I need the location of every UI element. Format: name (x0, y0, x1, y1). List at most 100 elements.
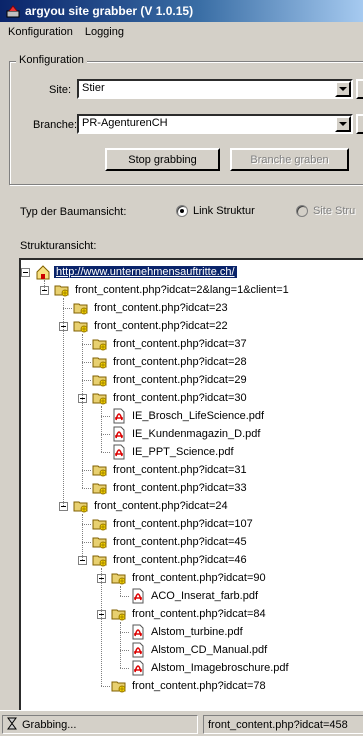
pdf-icon (111, 408, 127, 424)
tree-item-folder[interactable]: front_content.php?idcat=78 (111, 678, 268, 694)
web-folder-icon (73, 300, 89, 316)
status-url: front_content.php?idcat=458 (208, 718, 348, 731)
tree-item-label: front_content.php?idcat=33 (113, 482, 247, 494)
tree-connector (63, 298, 64, 506)
web-folder-icon (73, 498, 89, 514)
tree-item-folder[interactable]: front_content.php?idcat=45 (92, 534, 249, 550)
radio-link-struktur[interactable]: Link Struktur (176, 205, 255, 217)
structure-label: Strukturansicht: (20, 240, 97, 252)
tree-item-label: http://www.unternehmensauftritte.ch/ (53, 265, 238, 279)
tree-item-folder[interactable]: front_content.php?idcat=23 (73, 300, 230, 316)
tree-connector (82, 542, 91, 543)
tree-connector (101, 434, 110, 435)
web-folder-icon (111, 570, 127, 586)
web-folder-icon (54, 282, 70, 298)
tree-item-folder[interactable]: front_content.php?idcat=24 (73, 498, 230, 514)
tree-item-folder[interactable]: front_content.php?idcat=46 (92, 552, 249, 568)
site-side-button[interactable] (356, 79, 363, 99)
site-value: Stier (82, 82, 105, 94)
tree-item-folder[interactable]: front_content.php?idcat=90 (111, 570, 268, 586)
tree-item-folder[interactable]: front_content.php?idcat=37 (92, 336, 249, 352)
tree-connector (82, 380, 91, 381)
tree-connector (82, 344, 91, 345)
status-bar: Grabbing... front_content.php?idcat=458 (0, 710, 363, 736)
tree-item-folder[interactable]: front_content.php?idcat=107 (92, 516, 255, 532)
tree-item-label: front_content.php?idcat=90 (132, 572, 266, 584)
hourglass-icon (7, 717, 17, 733)
tree-item-pdf[interactable]: Alstom_turbine.pdf (130, 624, 245, 640)
tree-item-root[interactable]: http://www.unternehmensauftritte.ch/ (35, 264, 238, 280)
menu-logging[interactable]: Logging (79, 24, 130, 40)
tree-connector (120, 586, 121, 596)
tree-item-label: front_content.php?idcat=107 (113, 518, 253, 530)
tree-item-label: front_content.php?idcat=78 (132, 680, 266, 692)
tree-item-label: Alstom_CD_Manual.pdf (151, 644, 268, 656)
tree-item-label: front_content.php?idcat=30 (113, 392, 247, 404)
tree-connector (82, 524, 91, 525)
tree-item-folder[interactable]: front_content.php?idcat=30 (92, 390, 249, 406)
site-dropdown-icon[interactable] (335, 81, 351, 97)
tree-item-label: front_content.php?idcat=28 (113, 356, 247, 368)
tree-connector (101, 406, 102, 452)
tree-connector (82, 362, 91, 363)
tree-item-folder[interactable]: front_content.php?idcat=33 (92, 480, 249, 496)
web-folder-icon (92, 480, 108, 496)
branche-dropdown-icon[interactable] (335, 116, 351, 132)
branche-graben-button[interactable]: Branche graben (230, 148, 349, 171)
tree-item-folder[interactable]: front_content.php?idcat=84 (111, 606, 268, 622)
config-legend: Konfiguration (16, 54, 87, 66)
web-folder-icon (111, 606, 127, 622)
status-panel-right: front_content.php?idcat=458 (203, 715, 363, 734)
web-folder-icon (92, 462, 108, 478)
status-panel-left: Grabbing... (2, 715, 198, 734)
tree-item-pdf[interactable]: IE_Brosch_LifeScience.pdf (111, 408, 266, 424)
site-combobox[interactable]: Stier (77, 79, 353, 99)
app-icon (6, 4, 20, 18)
tree-item-pdf[interactable]: IE_Kundenmagazin_D.pdf (111, 426, 262, 442)
structure-tree[interactable]: http://www.unternehmensauftritte.ch/fron… (19, 258, 363, 710)
tree-item-pdf[interactable]: Alstom_CD_Manual.pdf (130, 642, 269, 658)
pdf-icon (130, 642, 146, 658)
tree-item-pdf[interactable]: ACO_Inserat_farb.pdf (130, 588, 260, 604)
tree-item-pdf[interactable]: Alstom_Imagebroschure.pdf (130, 660, 291, 676)
radio-unchecked-icon (296, 205, 308, 217)
tree-item-label: IE_PPT_Science.pdf (132, 446, 234, 458)
tree-connector (120, 632, 129, 633)
tree-item-folder[interactable]: front_content.php?idcat=31 (92, 462, 249, 478)
stop-grabbing-button[interactable]: Stop grabbing (105, 148, 220, 171)
tree-collapse-icon[interactable] (21, 268, 30, 277)
status-text: Grabbing... (22, 718, 77, 731)
radio-site-struktur[interactable]: Site Stru (296, 205, 355, 217)
tree-connector (101, 416, 110, 417)
tree-connector (120, 650, 129, 651)
pdf-icon (111, 426, 127, 442)
title-bar: argyou site grabber (V 1.0.15) (0, 0, 363, 22)
radio-link-label: Link Struktur (193, 205, 255, 217)
tree-connector (101, 568, 102, 686)
tree-item-label: Alstom_Imagebroschure.pdf (151, 662, 289, 674)
tree-item-folder[interactable]: front_content.php?idcat=22 (73, 318, 230, 334)
tree-connector (82, 514, 83, 560)
tree-connector (120, 668, 129, 669)
branche-combobox[interactable]: PR-AgenturenCH (77, 114, 353, 134)
window-title: argyou site grabber (V 1.0.15) (25, 4, 194, 18)
tree-item-folder[interactable]: front_content.php?idcat=28 (92, 354, 249, 370)
tree-item-folder[interactable]: front_content.php?idcat=29 (92, 372, 249, 388)
tree-item-label: front_content.php?idcat=2&lang=1&client=… (75, 284, 289, 296)
web-folder-icon (92, 390, 108, 406)
menu-konfiguration[interactable]: Konfiguration (2, 24, 79, 40)
tree-connector (101, 452, 110, 453)
tree-item-label: ACO_Inserat_farb.pdf (151, 590, 259, 602)
tree-item-label: IE_Brosch_LifeScience.pdf (132, 410, 265, 422)
tree-connector (120, 622, 121, 668)
tree-item-pdf[interactable]: IE_PPT_Science.pdf (111, 444, 236, 460)
tree-item-folder[interactable]: front_content.php?idcat=2&lang=1&client=… (54, 282, 291, 298)
tree-item-label: front_content.php?idcat=22 (94, 320, 228, 332)
tree-item-label: front_content.php?idcat=37 (113, 338, 247, 350)
branche-label: Branche: (33, 119, 78, 131)
tree-connector (101, 686, 110, 687)
branche-side-button[interactable] (356, 114, 363, 134)
web-folder-icon (111, 678, 127, 694)
menu-bar: Konfiguration Logging (0, 22, 363, 42)
tree-item-label: front_content.php?idcat=23 (94, 302, 228, 314)
